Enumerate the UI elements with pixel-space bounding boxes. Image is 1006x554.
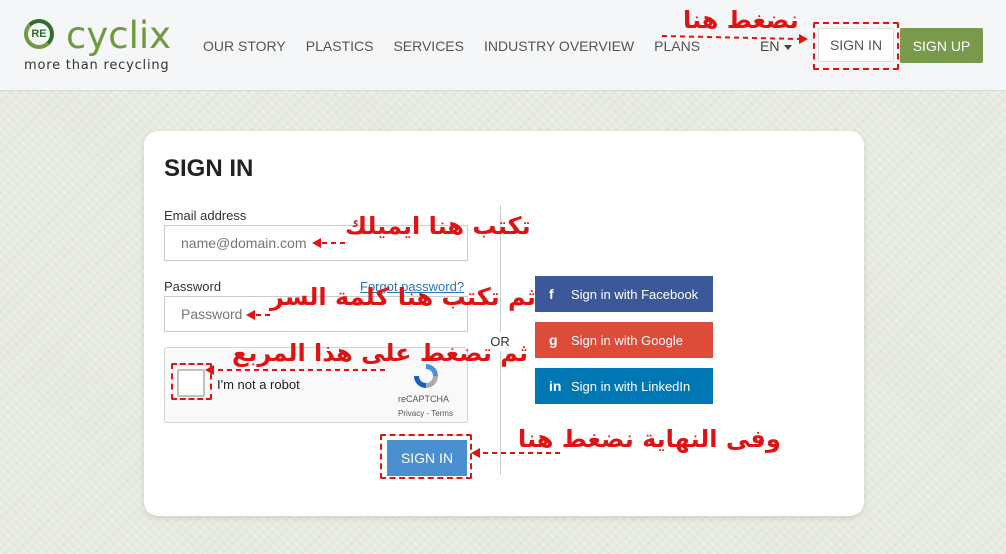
logo-tagline: more than recycling <box>24 58 170 73</box>
annotation-checkbox: ثم تضغط على هذا المربع <box>232 339 529 367</box>
nav-plans[interactable]: PLANS <box>654 38 700 54</box>
nav-services[interactable]: SERVICES <box>393 38 464 54</box>
annotation-password: ثم تكتب هنا كلمة السر <box>270 283 536 311</box>
google-sign-in-button[interactable]: g Sign in with Google <box>535 322 713 358</box>
logo-word: cyclix <box>66 14 172 57</box>
google-icon: g <box>549 332 558 348</box>
captcha-brand: reCAPTCHA <box>398 394 450 404</box>
annotation-box-header-signin <box>813 22 899 70</box>
recycle-logo-icon: RE <box>24 19 54 49</box>
annotation-box-checkbox <box>171 363 212 400</box>
captcha-label: I'm not a robot <box>217 377 300 392</box>
main-nav: OUR STORY PLASTICS SERVICES INDUSTRY OVE… <box>203 38 720 54</box>
google-button-label: Sign in with Google <box>571 332 684 348</box>
linkedin-icon: in <box>549 378 562 394</box>
password-label: Password <box>164 279 222 294</box>
annotation-finally: وفى النهاية نضغط هنا <box>518 425 781 453</box>
facebook-sign-in-button[interactable]: f Sign in with Facebook <box>535 276 713 312</box>
language-label: EN <box>760 38 780 54</box>
nav-industry-overview[interactable]: INDUSTRY OVERVIEW <box>484 38 634 54</box>
page-title: SIGN IN <box>164 155 254 182</box>
nav-our-story[interactable]: OUR STORY <box>203 38 286 54</box>
chevron-down-icon <box>784 44 793 50</box>
linkedin-button-label: Sign in with LinkedIn <box>571 378 691 394</box>
email-label: Email address <box>164 208 247 223</box>
nav-plastics[interactable]: PLASTICS <box>306 38 374 54</box>
facebook-button-label: Sign in with Facebook <box>571 286 699 302</box>
facebook-icon: f <box>549 286 554 302</box>
linkedin-sign-in-button[interactable]: in Sign in with LinkedIn <box>535 368 713 404</box>
header-sign-up-button[interactable]: SIGN UP <box>900 28 983 63</box>
annotation-click-here: نضغط هنا <box>683 6 799 34</box>
captcha-links[interactable]: Privacy - Terms <box>398 409 453 418</box>
annotation-email: تكتب هنا ايميلك <box>345 212 531 240</box>
language-select[interactable]: EN <box>760 38 793 54</box>
logo[interactable]: RE cyclix more than recycling <box>24 16 184 76</box>
annotation-box-submit <box>380 434 472 479</box>
